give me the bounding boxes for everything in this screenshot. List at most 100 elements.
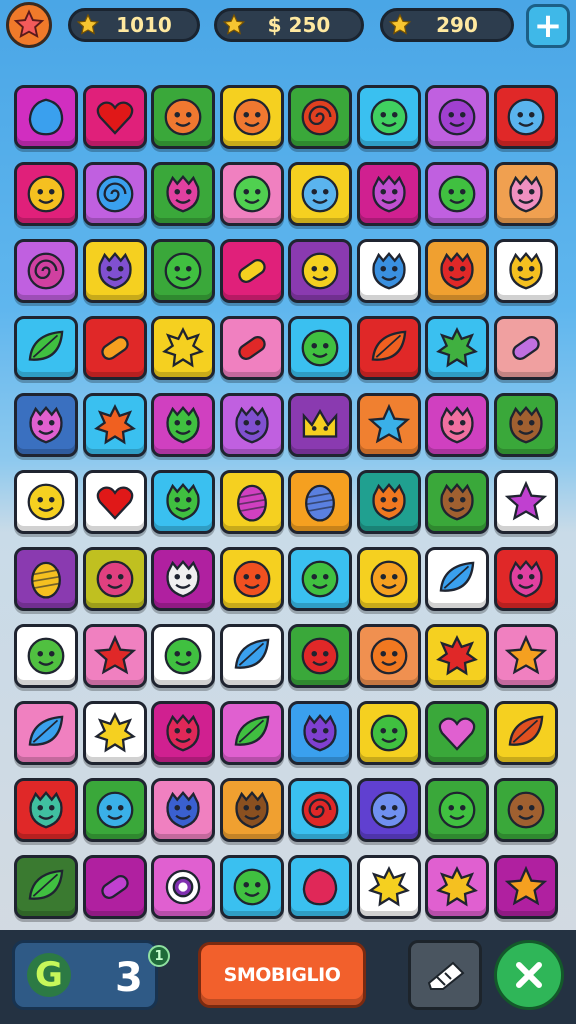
- board-tile[interactable]: [14, 701, 78, 765]
- board-tile[interactable]: [14, 778, 78, 842]
- board-tile[interactable]: [425, 855, 489, 919]
- board-tile[interactable]: [425, 393, 489, 457]
- board-tile[interactable]: [357, 624, 421, 688]
- board-tile[interactable]: [494, 624, 558, 688]
- board-tile[interactable]: [288, 778, 352, 842]
- board-tile[interactable]: [220, 855, 284, 919]
- board-tile[interactable]: [288, 624, 352, 688]
- board-tile[interactable]: [14, 393, 78, 457]
- gold-star-icon: [221, 12, 247, 38]
- board-tile[interactable]: [425, 701, 489, 765]
- close-button[interactable]: [494, 940, 564, 1010]
- board-tile[interactable]: [220, 239, 284, 303]
- board-tile[interactable]: [220, 162, 284, 226]
- monster-icon: [303, 713, 337, 752]
- board-tile[interactable]: [83, 624, 147, 688]
- star-icon: [504, 480, 548, 521]
- board-tile[interactable]: [220, 393, 284, 457]
- board-tile[interactable]: [288, 239, 352, 303]
- board-tile[interactable]: [220, 624, 284, 688]
- leaf-icon: [28, 330, 64, 361]
- board-tile[interactable]: [494, 393, 558, 457]
- board-tile[interactable]: [83, 855, 147, 919]
- board-tile[interactable]: [14, 547, 78, 611]
- board-tile[interactable]: [357, 778, 421, 842]
- board-tile[interactable]: [494, 547, 558, 611]
- board-tile[interactable]: [14, 624, 78, 688]
- board-tile[interactable]: [83, 85, 147, 149]
- star-menu-button[interactable]: [6, 2, 52, 48]
- board-tile[interactable]: [288, 855, 352, 919]
- board-tile[interactable]: [151, 85, 215, 149]
- board-tile[interactable]: [425, 85, 489, 149]
- board-tile[interactable]: [83, 162, 147, 226]
- board-tile[interactable]: [425, 547, 489, 611]
- board-tile[interactable]: [151, 778, 215, 842]
- board-tile[interactable]: [288, 470, 352, 534]
- board-tile[interactable]: [151, 239, 215, 303]
- board-tile[interactable]: [14, 85, 78, 149]
- board-tile[interactable]: [220, 85, 284, 149]
- board-tile[interactable]: [83, 701, 147, 765]
- board-tile[interactable]: [357, 855, 421, 919]
- board-tile[interactable]: [357, 701, 421, 765]
- board-tile[interactable]: [494, 85, 558, 149]
- board-tile[interactable]: [151, 316, 215, 380]
- board-tile[interactable]: [288, 85, 352, 149]
- board-tile[interactable]: [220, 470, 284, 534]
- board-tile[interactable]: [220, 316, 284, 380]
- board-tile[interactable]: [494, 239, 558, 303]
- board-tile[interactable]: [357, 470, 421, 534]
- board-tile[interactable]: [83, 316, 147, 380]
- board-tile[interactable]: [220, 701, 284, 765]
- board-tile[interactable]: [494, 470, 558, 534]
- board-tile[interactable]: [357, 547, 421, 611]
- board-tile[interactable]: [83, 393, 147, 457]
- board-tile[interactable]: [425, 162, 489, 226]
- board-tile[interactable]: [288, 547, 352, 611]
- board-tile[interactable]: [425, 239, 489, 303]
- board-tile[interactable]: [494, 162, 558, 226]
- board-tile[interactable]: [14, 470, 78, 534]
- board-tile[interactable]: [83, 547, 147, 611]
- board-tile[interactable]: [151, 855, 215, 919]
- board-tile[interactable]: [494, 701, 558, 765]
- eraser-button[interactable]: [408, 940, 482, 1010]
- board-tile[interactable]: [357, 316, 421, 380]
- board-tile[interactable]: [83, 239, 147, 303]
- add-currency-button[interactable]: +: [526, 4, 570, 48]
- board-tile[interactable]: [14, 316, 78, 380]
- board-tile[interactable]: [288, 393, 352, 457]
- board-tile[interactable]: [288, 316, 352, 380]
- board-tile[interactable]: [151, 470, 215, 534]
- splat-icon: [368, 866, 410, 907]
- board-tile[interactable]: [14, 162, 78, 226]
- board-tile[interactable]: [220, 778, 284, 842]
- board-tile[interactable]: [357, 85, 421, 149]
- board-tile[interactable]: [288, 162, 352, 226]
- board-tile[interactable]: [220, 547, 284, 611]
- board-tile[interactable]: [83, 778, 147, 842]
- board-tile[interactable]: [494, 855, 558, 919]
- board-tile[interactable]: [357, 162, 421, 226]
- board-tile[interactable]: [151, 701, 215, 765]
- board-tile[interactable]: [357, 393, 421, 457]
- board-tile[interactable]: [14, 855, 78, 919]
- board-tile[interactable]: [14, 239, 78, 303]
- board-tile[interactable]: [425, 470, 489, 534]
- board-tile[interactable]: [83, 470, 147, 534]
- board-tile[interactable]: [151, 162, 215, 226]
- board-tile[interactable]: [425, 316, 489, 380]
- board-tile[interactable]: [288, 701, 352, 765]
- board-tile[interactable]: [357, 239, 421, 303]
- game-board: [14, 85, 562, 919]
- board-tile[interactable]: [151, 547, 215, 611]
- gold-star-icon: [75, 12, 101, 38]
- board-tile[interactable]: [425, 778, 489, 842]
- action-button[interactable]: SMOBIGLIO: [198, 942, 366, 1008]
- board-tile[interactable]: [151, 393, 215, 457]
- board-tile[interactable]: [425, 624, 489, 688]
- board-tile[interactable]: [494, 316, 558, 380]
- board-tile[interactable]: [494, 778, 558, 842]
- board-tile[interactable]: [151, 624, 215, 688]
